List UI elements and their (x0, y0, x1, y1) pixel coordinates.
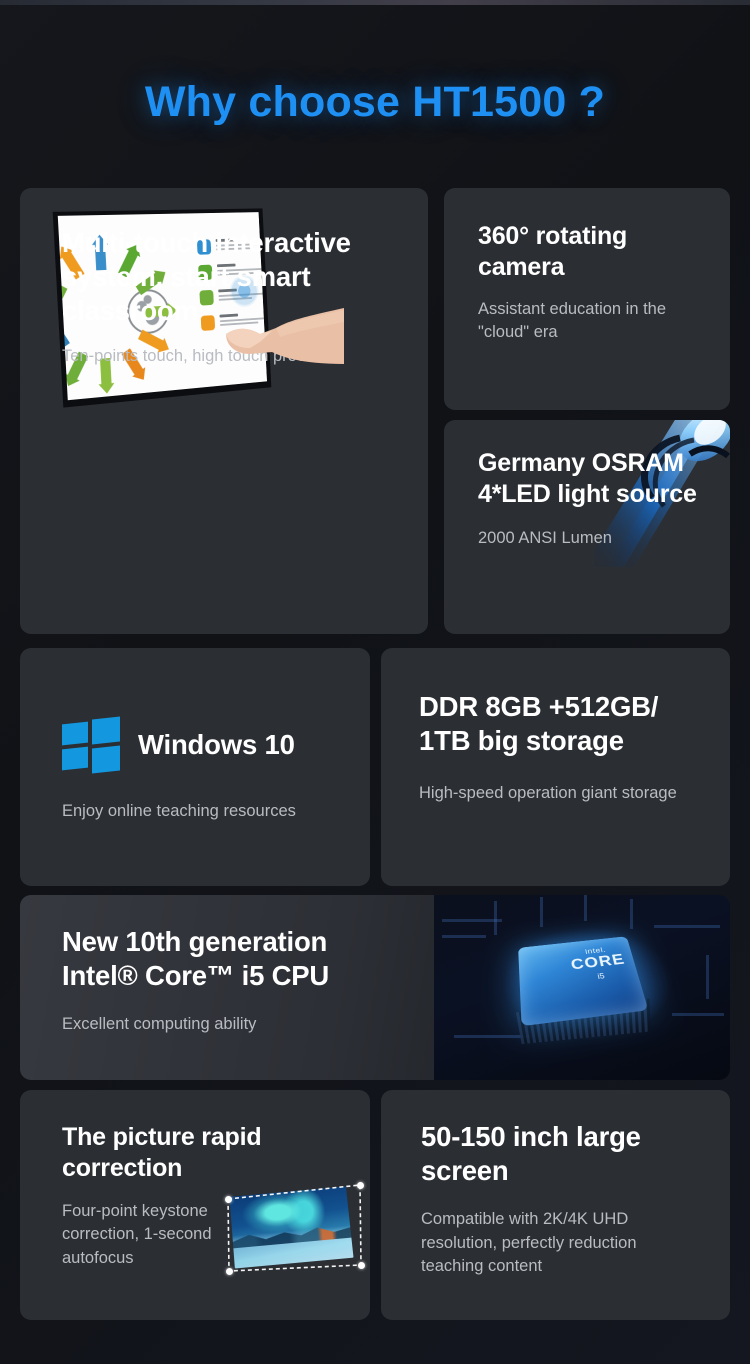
card-subtext-windows: Enjoy online teaching resources (62, 802, 296, 820)
card-subtext-camera: Assistant education in the "cloud" era (478, 300, 667, 342)
promo-page: Why choose HT1500 ? Multi-touch interact… (0, 0, 750, 1364)
feature-card-storage[interactable]: DDR 8GB +512GB/ 1TB big storage High-spe… (381, 648, 730, 886)
arrow-ring-graphic (58, 212, 259, 216)
pointing-hand-icon (226, 308, 344, 364)
card-subtext-keystone: Four-point keystone correction, 1-second… (62, 1202, 212, 1267)
arrow-segment (58, 308, 61, 327)
feature-card-camera[interactable]: 360° rotating camera Assistant education… (444, 188, 730, 410)
windows-logo-icon (62, 716, 120, 774)
feature-card-windows[interactable]: Windows 10 Enjoy online teaching resourc… (20, 648, 370, 886)
card-heading-cpu: New 10th generation Intel® Core™ i5 CPU (62, 925, 442, 993)
handle-bottom-left[interactable] (226, 1268, 233, 1275)
feature-card-led[interactable]: Germany OSRAM 4*LED light source 2000 AN… (444, 420, 730, 634)
cpu-chip-image: intel. CORE i5 (434, 895, 730, 1080)
feature-card-cpu[interactable]: intel. CORE i5 New 10th generation Intel… (20, 895, 730, 1080)
card-heading-led: Germany OSRAM 4*LED light source (478, 449, 697, 508)
card-heading-camera: 360° rotating camera (478, 222, 628, 281)
cpu-chip-label: intel. CORE i5 (569, 944, 630, 983)
keystone-handles[interactable] (220, 1177, 370, 1282)
top-edge-strip (0, 0, 750, 5)
handle-bottom-right[interactable] (358, 1262, 365, 1269)
card-heading-keystone: The picture rapid correction (62, 1123, 262, 1182)
keystone-correction-image (220, 1177, 370, 1282)
feature-card-keystone[interactable]: The picture rapid correction Four-point … (20, 1090, 370, 1320)
card-subtext-storage: High-speed operation giant storage (419, 784, 677, 803)
cpu-heading-line2: Intel® Core™ i5 CPU (62, 960, 330, 992)
card-subtext-led: 2000 ANSI Lumen (478, 529, 612, 547)
feature-card-screen-size[interactable]: 50-150 inch large screen Compatible with… (381, 1090, 730, 1320)
card-subtext-cpu: Excellent computing ability (62, 1015, 257, 1034)
card-heading-storage: DDR 8GB +512GB/ 1TB big storage (419, 691, 659, 757)
page-title: Why choose HT1500 ? (144, 78, 606, 126)
handle-top-left[interactable] (225, 1196, 232, 1203)
card-heading-windows: Windows 10 (138, 728, 295, 760)
handle-top-right[interactable] (357, 1182, 364, 1189)
card-heading-screen-size: 50-150 inch large screen (421, 1121, 641, 1187)
card-subtext-screen-size: Compatible with 2K/4K UHD resolution, pe… (421, 1210, 637, 1276)
windows-row: Windows 10 (62, 716, 370, 774)
cpu-heading-line1: New 10th generation (62, 926, 328, 957)
